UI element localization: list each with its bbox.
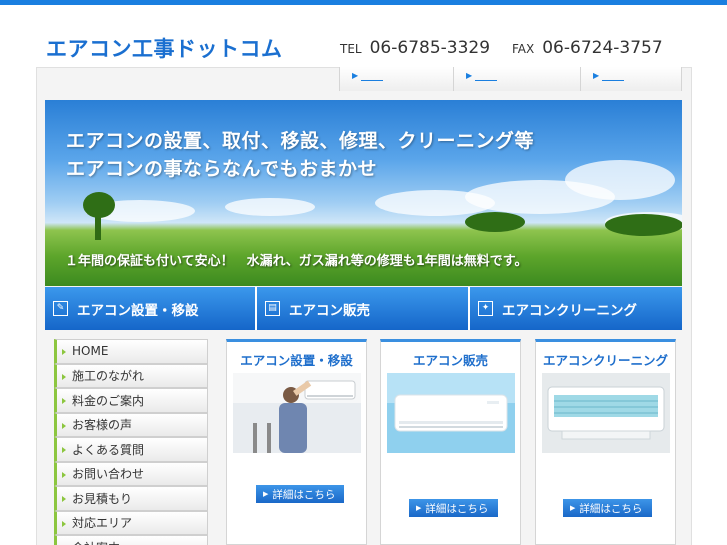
arrow-right-icon: ▶: [416, 504, 422, 512]
service-label: エアコン販売: [289, 302, 370, 319]
sidebar-item-pricing[interactable]: 料金のご案内: [54, 388, 208, 413]
sidebar-item-estimate[interactable]: お見積もり: [54, 486, 208, 511]
card-detail-button[interactable]: ▶ 詳細はこちら: [563, 499, 652, 517]
card-button-label: 詳細はこちら: [272, 488, 336, 501]
sidebar-item-faq[interactable]: よくある質問: [54, 437, 208, 462]
card-title: エアコン販売: [412, 353, 488, 368]
service-installation-button[interactable]: ✎ エアコン設置・移設: [45, 287, 257, 330]
wrench-icon: ✎: [53, 301, 68, 316]
arrow-right-icon: ▶: [466, 71, 473, 80]
tree-crown: [605, 214, 682, 236]
service-card-installation: エアコン設置・移設 ▶ 詳細はこちら: [226, 339, 367, 545]
hero-banner: エアコンの設置、取付、移設、修理、クリーニング等 エアコンの事ならなんでもおまか…: [45, 100, 682, 286]
top-nav-item-1[interactable]: ▶: [339, 67, 453, 91]
tel-contact: TEL 06-6785-3329: [340, 38, 490, 58]
sidebar-item-contact[interactable]: お問い合わせ: [54, 461, 208, 486]
cloud: [565, 160, 675, 200]
sidebar-item-home[interactable]: HOME: [54, 339, 208, 364]
hero-headline-1: エアコンの設置、取付、移設、修理、クリーニング等: [66, 130, 535, 152]
top-nav-link-underline: [361, 80, 383, 81]
service-card-cleaning: エアコンクリーニング ▶ 詳細はこちら: [535, 339, 676, 545]
top-nav-item-2[interactable]: ▶: [453, 67, 580, 91]
air-conditioner-photo: [387, 373, 515, 453]
top-nav: ▶ ▶ ▶: [339, 67, 682, 91]
card-button-label: 詳細はこちら: [579, 502, 643, 515]
register-icon: ▤: [265, 301, 280, 316]
service-cleaning-button[interactable]: ✦ エアコンクリーニング: [470, 287, 682, 330]
tel-number: 06-6785-3329: [369, 38, 491, 58]
sidebar-item-company[interactable]: 会社案内: [54, 535, 208, 545]
tree-crown: [83, 192, 115, 218]
service-bar: ✎ エアコン設置・移設 ▤ エアコン販売 ✦ エアコンクリーニング: [45, 287, 682, 330]
card-detail-button[interactable]: ▶ 詳細はこちら: [409, 499, 498, 517]
sparkle-icon: ✦: [478, 301, 493, 316]
hero-headline-2: エアコンの事ならなんでもおまかせ: [66, 158, 378, 180]
arrow-right-icon: ▶: [570, 504, 576, 512]
top-accent-bar: [0, 0, 727, 5]
fax-contact: FAX 06-6724-3757: [512, 38, 663, 58]
tree-crown: [465, 212, 525, 232]
top-nav-link-underline: [475, 80, 497, 81]
sidebar-menu: HOME 施工のながれ 料金のご案内 お客様の声 よくある質問 お問い合わせ お…: [54, 339, 208, 545]
top-nav-link-underline: [602, 80, 624, 81]
tel-label: TEL: [340, 42, 362, 56]
arrow-right-icon: ▶: [593, 71, 600, 80]
cleaning-photo: [542, 373, 670, 453]
top-nav-item-3[interactable]: ▶: [580, 67, 682, 91]
card-title: エアコンクリーニング: [542, 353, 668, 368]
sidebar-item-testimonials[interactable]: お客様の声: [54, 412, 208, 437]
card-title: エアコン設置・移設: [240, 353, 353, 368]
fax-number: 06-6724-3757: [542, 38, 663, 58]
hero-subline: １年間の保証も付いて安心！ 水漏れ、ガス漏れ等の修理も1年間は無料です。: [65, 254, 528, 269]
card-detail-button[interactable]: ▶ 詳細はこちら: [256, 485, 344, 503]
service-label: エアコンクリーニング: [502, 302, 637, 319]
site-logo[interactable]: エアコン工事ドットコム: [46, 33, 283, 63]
service-card-sales: エアコン販売 ▶ 詳細はこちら: [380, 339, 521, 545]
sidebar-item-process[interactable]: 施工のながれ: [54, 363, 208, 388]
service-sales-button[interactable]: ▤ エアコン販売: [257, 287, 470, 330]
card-button-label: 詳細はこちら: [425, 502, 489, 515]
arrow-right-icon: ▶: [352, 71, 359, 80]
installation-photo: [233, 373, 361, 453]
fax-label: FAX: [512, 42, 535, 56]
service-label: エアコン設置・移設: [77, 302, 199, 319]
arrow-right-icon: ▶: [263, 490, 269, 498]
sidebar-item-area[interactable]: 対応エリア: [54, 510, 208, 535]
cloud: [225, 198, 315, 216]
